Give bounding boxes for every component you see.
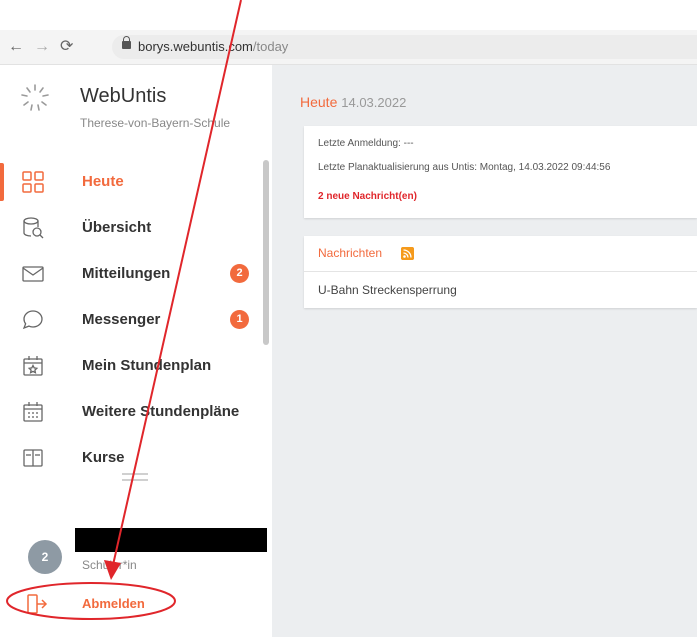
calendar-grid-icon xyxy=(23,402,43,422)
url-text: borys.webuntis.com/today xyxy=(138,39,289,54)
status-card: Letzte Anmeldung: --- Letzte Planaktuali… xyxy=(304,126,697,218)
book-icon xyxy=(23,449,43,467)
overview-icon xyxy=(23,217,44,239)
logout-button[interactable]: Abmelden xyxy=(26,590,256,620)
news-card: Nachrichten U-Bahn Streckensperrung xyxy=(304,236,697,308)
page-title: Heute 14.03.2022 xyxy=(300,94,407,110)
last-login-text: Letzte Anmeldung: --- xyxy=(318,138,414,149)
logout-door-icon xyxy=(27,594,48,614)
forward-arrow-icon[interactable]: → xyxy=(34,36,50,58)
sidebar-item-heute[interactable]: Heute xyxy=(0,159,262,205)
redacted-username xyxy=(75,528,267,552)
sidebar-item-label: Mein Stundenplan xyxy=(82,357,212,374)
sidebar-item-label: Weitere Stundenpläne xyxy=(82,403,240,420)
sidebar-item-label: Kurse xyxy=(82,449,125,466)
back-arrow-icon[interactable]: ← xyxy=(8,36,24,58)
sidebar-item-label: Messenger xyxy=(82,311,161,328)
app-title: WebUntis xyxy=(80,85,167,107)
sidebar-item-label: Übersicht xyxy=(82,219,152,236)
webuntis-logo-icon xyxy=(21,84,49,111)
sidebar-item-kurse[interactable]: Kurse xyxy=(0,435,262,467)
unread-badge: 2 xyxy=(230,264,249,283)
chat-bubble-icon xyxy=(22,310,43,330)
sidebar-item-weitere-stundenplaene[interactable]: Weitere Stundenpläne xyxy=(0,389,262,435)
sidebar-item-label: Heute xyxy=(82,173,124,190)
envelope-icon xyxy=(22,266,44,282)
sidebar-nav: Heute Übersicht Mitteilungen 2 Messenger… xyxy=(0,155,272,467)
sidebar-item-uebersicht[interactable]: Übersicht xyxy=(0,205,262,251)
rss-icon[interactable] xyxy=(401,247,414,260)
news-header: Nachrichten xyxy=(318,246,383,260)
logout-label: Abmelden xyxy=(82,596,145,611)
sidebar-item-mitteilungen[interactable]: Mitteilungen 2 xyxy=(0,251,262,297)
news-divider xyxy=(304,271,697,272)
reload-icon[interactable]: ⟳ xyxy=(60,36,73,58)
new-messages-link[interactable]: 2 neue Nachricht(en) xyxy=(318,191,417,202)
last-update-text: Letzte Planaktualisierung aus Untis: Mon… xyxy=(318,162,611,173)
lock-icon xyxy=(122,36,131,49)
browser-toolbar: ← → ⟳ borys.webuntis.com/today xyxy=(0,30,697,65)
today-grid-icon xyxy=(22,171,44,193)
sidebar-item-label: Mitteilungen xyxy=(82,265,171,282)
news-item[interactable]: U-Bahn Streckensperrung xyxy=(318,283,457,297)
main-content: Heute 14.03.2022 Letzte Anmeldung: --- L… xyxy=(272,65,697,637)
sidebar-item-messenger[interactable]: Messenger 1 xyxy=(0,297,262,343)
calendar-star-icon xyxy=(23,356,43,376)
sidebar: WebUntis Therese-von-Bayern-Schule Heute… xyxy=(0,65,272,637)
avatar[interactable]: 2 xyxy=(28,540,62,574)
unread-badge: 1 xyxy=(230,310,249,329)
school-name: Therese-von-Bayern-Schule xyxy=(80,116,231,130)
sidebar-scrollbar[interactable] xyxy=(263,160,269,345)
user-role: Schüler*in xyxy=(82,558,137,572)
drag-handle-icon[interactable] xyxy=(122,473,148,481)
page-date: 14.03.2022 xyxy=(341,95,407,110)
address-bar[interactable]: borys.webuntis.com/today xyxy=(112,35,697,59)
sidebar-item-mein-stundenplan[interactable]: Mein Stundenplan xyxy=(0,343,262,389)
